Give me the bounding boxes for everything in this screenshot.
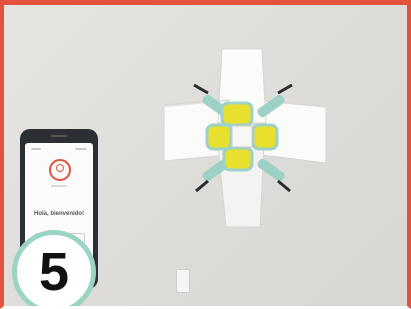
status-bar-line xyxy=(75,148,87,150)
phone-greeting: Hola, bienvenido! xyxy=(33,211,84,217)
user-icon xyxy=(49,159,71,181)
step-badge: 5 xyxy=(12,230,96,306)
status-bar-line xyxy=(31,148,41,150)
wall-sensor xyxy=(176,269,190,293)
avatar-caption-line xyxy=(51,185,67,187)
step-number: 5 xyxy=(38,242,70,302)
phone-speaker xyxy=(51,135,67,137)
image-frame: Hola, bienvenido! 5 xyxy=(0,0,411,309)
